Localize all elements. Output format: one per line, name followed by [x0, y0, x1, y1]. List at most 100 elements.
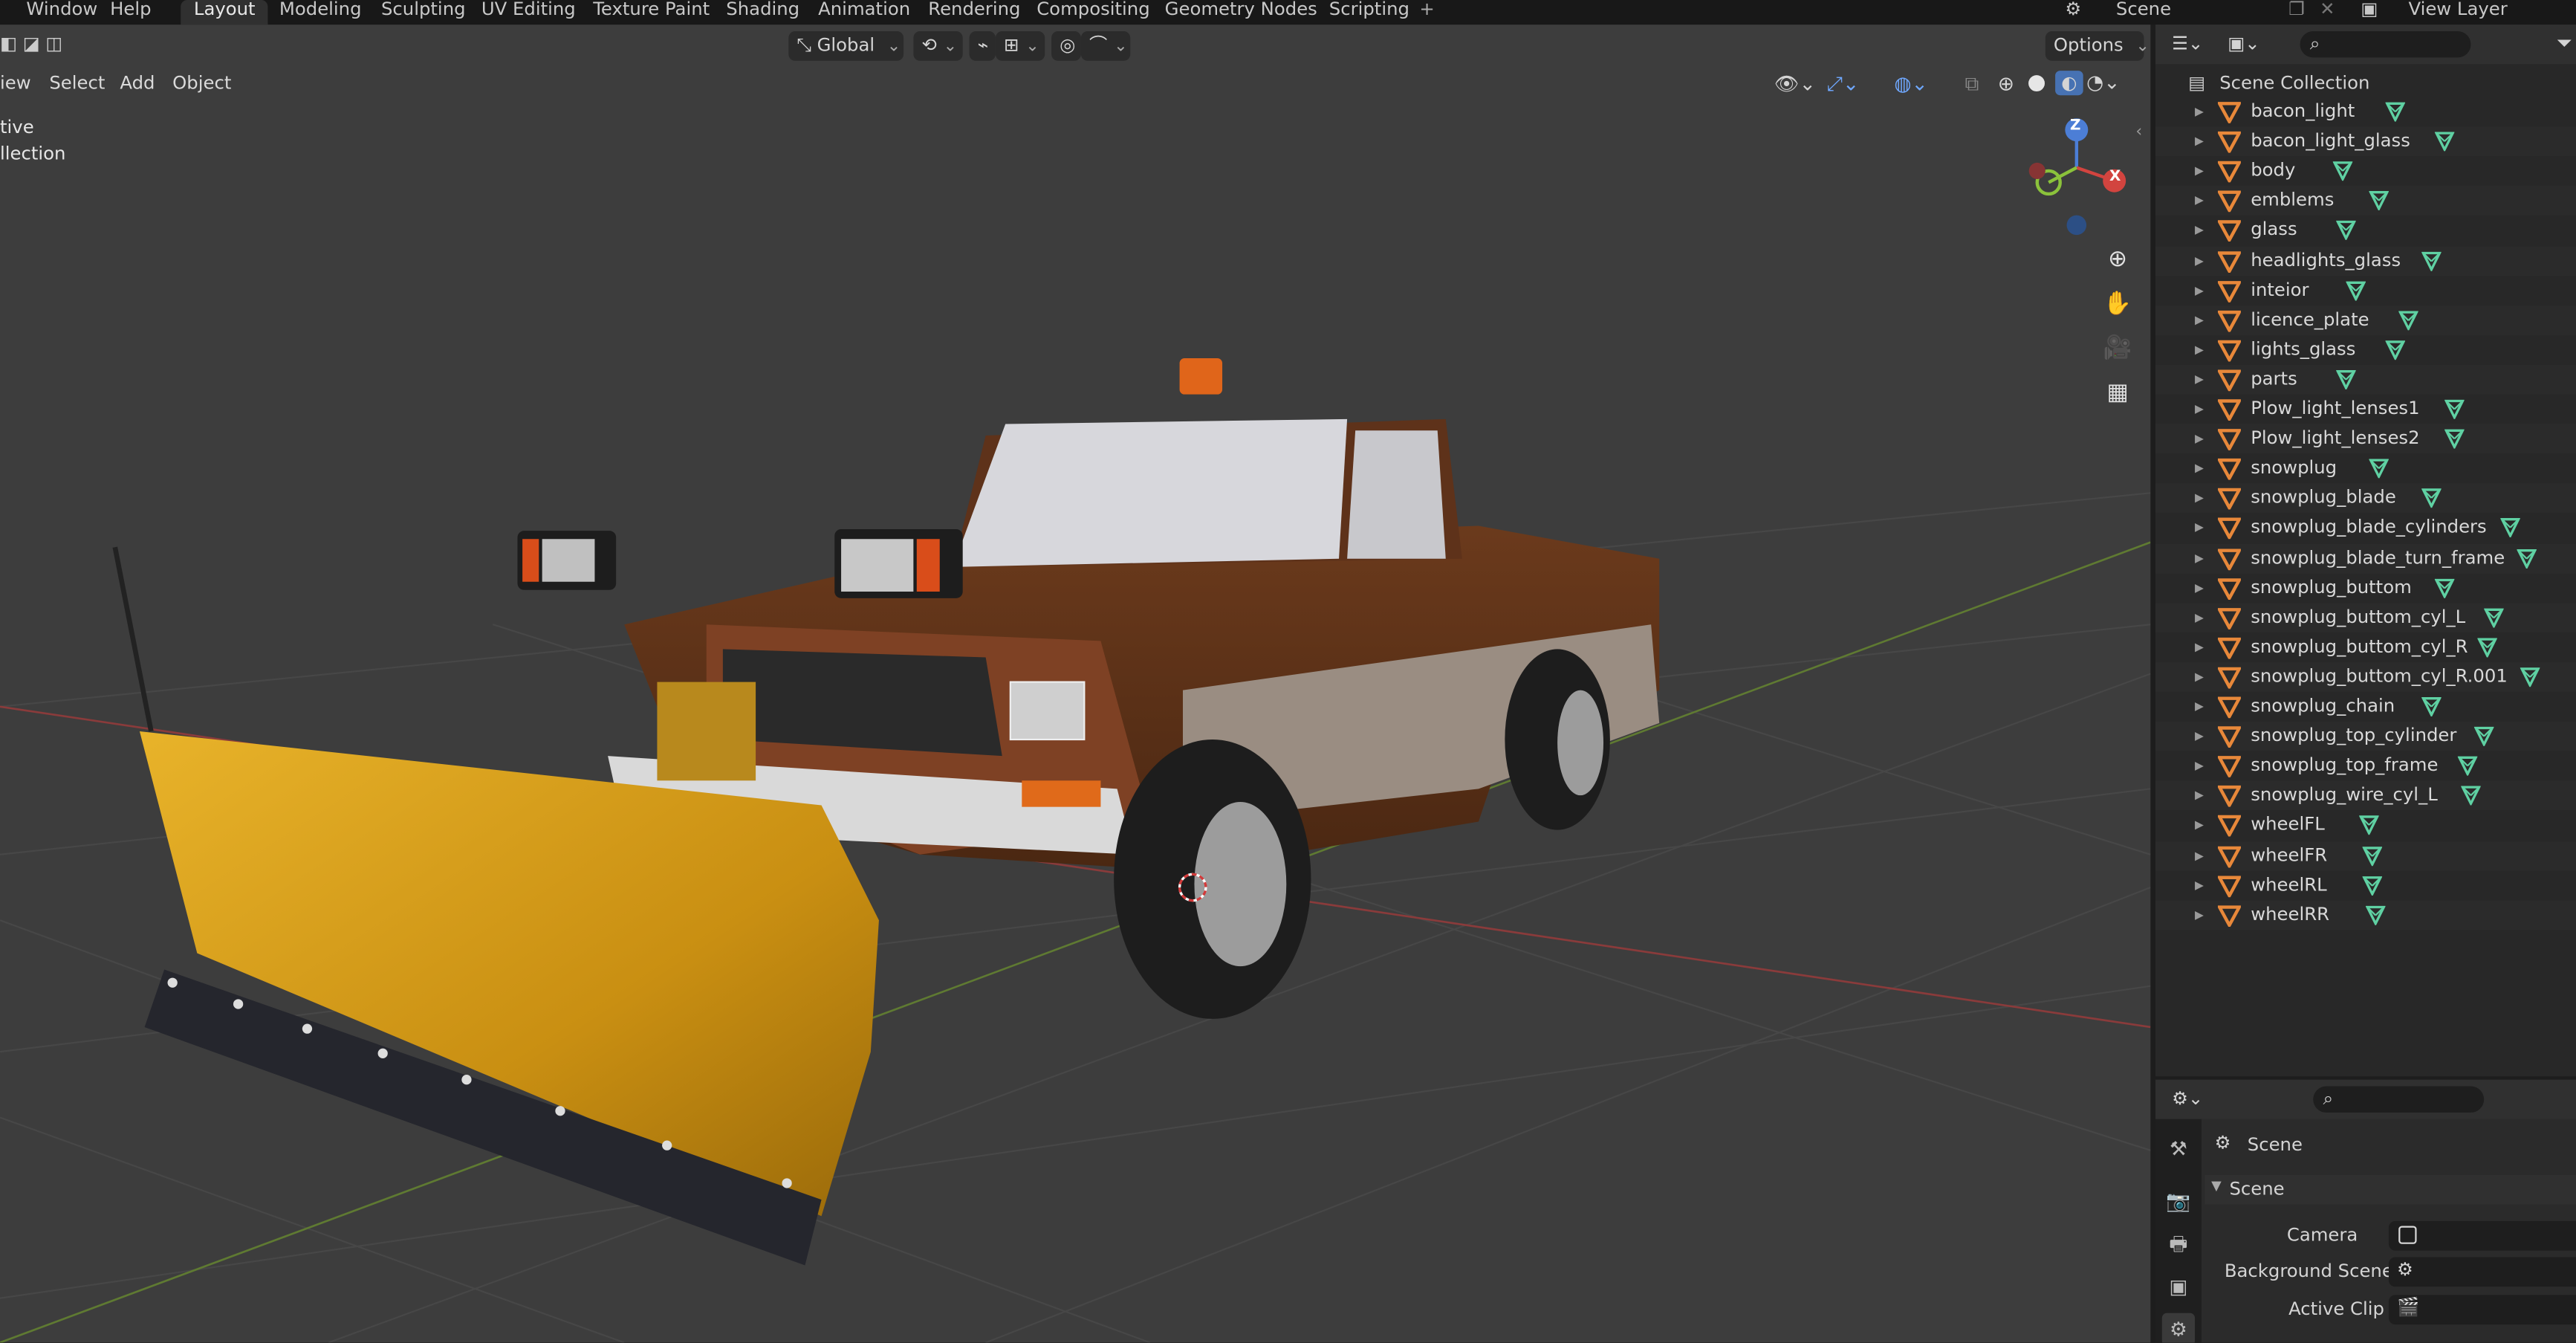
expand-arrow-icon[interactable]: ▶	[2195, 335, 2204, 365]
workspace-tab-sculpting[interactable]: Sculpting	[368, 0, 478, 25]
mesh-data-icon[interactable]	[2359, 816, 2379, 836]
menu-window[interactable]: Window	[26, 0, 97, 20]
outliner-item[interactable]: ▶ snowplug_buttom_cyl_L	[2155, 602, 2576, 632]
new-scene-icon[interactable]: ❐	[2288, 0, 2305, 20]
expand-arrow-icon[interactable]: ▶	[2195, 573, 2204, 603]
outliner-item[interactable]: ▶ snowplug_blade_turn_frame	[2155, 543, 2576, 573]
expand-arrow-icon[interactable]: ▶	[2195, 484, 2204, 514]
outliner-item[interactable]: ▶ inteior	[2155, 276, 2576, 305]
mesh-data-icon[interactable]	[2421, 488, 2442, 508]
camera-view-icon[interactable]: 🎥	[2100, 330, 2136, 366]
workspace-tab-modeling[interactable]: Modeling	[266, 0, 374, 25]
outliner-item[interactable]: ▶ headlights_glass	[2155, 245, 2576, 276]
outliner-item[interactable]: ▶ Plow_light_lenses2	[2155, 424, 2576, 454]
outliner-item[interactable]: ▶ wheelRL	[2155, 870, 2576, 900]
mesh-data-icon[interactable]	[2336, 369, 2356, 389]
mesh-data-icon[interactable]	[2473, 727, 2494, 747]
mesh-data-icon[interactable]	[2500, 518, 2520, 538]
transform-orientation-dropdown[interactable]: ⤡ Global	[788, 31, 904, 61]
outliner-item[interactable]: ▶ licence_plate	[2155, 305, 2576, 335]
mesh-data-icon[interactable]	[2385, 340, 2406, 360]
outliner-item[interactable]: ▶ glass	[2155, 216, 2576, 246]
mesh-data-icon[interactable]	[2444, 429, 2465, 449]
menu-add[interactable]: Add	[114, 71, 162, 97]
expand-arrow-icon[interactable]: ▶	[2195, 514, 2204, 543]
mesh-data-icon[interactable]	[2421, 697, 2442, 717]
menu-select[interactable]: Select	[42, 71, 111, 97]
outliner-item[interactable]: ▶ emblems	[2155, 186, 2576, 216]
add-workspace-button[interactable]: +	[1419, 0, 1434, 20]
outliner-item[interactable]: ▶ body	[2155, 156, 2576, 186]
outliner-item[interactable]: ▶ snowplug_blade	[2155, 483, 2576, 514]
expand-arrow-icon[interactable]: ▶	[2195, 662, 2204, 692]
expand-arrow-icon[interactable]: ▶	[2195, 454, 2204, 484]
mesh-data-icon[interactable]	[2332, 161, 2353, 181]
mesh-data-icon[interactable]	[2457, 757, 2478, 777]
workspace-tab-compositing[interactable]: Compositing	[1024, 0, 1164, 25]
snap-toggle-icon[interactable]: ⌁	[969, 31, 996, 61]
expand-arrow-icon[interactable]: ▶	[2195, 395, 2204, 424]
expand-arrow-icon[interactable]: ▶	[2195, 811, 2204, 841]
outliner-item[interactable]: ▶ wheelRR	[2155, 899, 2576, 930]
pivot-point-dropdown[interactable]: ⟲	[913, 31, 963, 61]
proportional-edit-icon[interactable]: ◎	[1051, 31, 1081, 61]
outliner-item[interactable]: ▶ snowplug_buttom_cyl_R.001	[2155, 661, 2576, 692]
mesh-data-icon[interactable]	[2385, 102, 2406, 122]
expand-arrow-icon[interactable]: ▶	[2195, 126, 2204, 156]
tool-tab-icon[interactable]: ⚒	[2162, 1132, 2195, 1165]
gizmo-toggle-icon[interactable]: ⤢⌄	[1827, 72, 1859, 97]
output-tab-icon[interactable]: 🖶	[2162, 1228, 2195, 1261]
expand-arrow-icon[interactable]: ▶	[2195, 276, 2204, 305]
background-scene-field[interactable]: ⚙	[2388, 1257, 2576, 1287]
mesh-data-icon[interactable]	[2444, 399, 2465, 419]
scene-tab-icon[interactable]: ⚙	[2161, 1313, 2196, 1343]
expand-arrow-icon[interactable]: ▶	[2195, 216, 2204, 246]
expand-arrow-icon[interactable]: ▶	[2195, 543, 2204, 573]
outliner-item[interactable]: ▶ snowplug_wire_cyl_L	[2155, 780, 2576, 811]
mesh-data-icon[interactable]	[2336, 221, 2356, 241]
expand-arrow-icon[interactable]: ▶	[2195, 246, 2204, 276]
mesh-data-icon[interactable]	[2365, 905, 2386, 925]
outliner-item[interactable]: ▶ snowplug	[2155, 454, 2576, 484]
active-clip-field[interactable]: 🎬	[2388, 1295, 2576, 1325]
filter-funnel-icon[interactable]: ⏷	[2556, 31, 2572, 56]
mesh-data-icon[interactable]	[2369, 459, 2389, 479]
expand-arrow-icon[interactable]: ▶	[2195, 156, 2204, 186]
wireframe-shading-icon[interactable]: ⊕	[1998, 72, 2014, 95]
outliner-search-input[interactable]: ⌕	[2300, 31, 2471, 58]
outliner-item[interactable]: ▶ snowplug_top_cylinder	[2155, 721, 2576, 751]
view-layer-selector[interactable]: View Layer	[2408, 0, 2507, 20]
mesh-data-icon[interactable]	[2434, 132, 2455, 152]
expand-arrow-icon[interactable]: ▶	[2195, 751, 2204, 781]
editor-type-dropdown[interactable]: ⚙⌄	[2172, 1088, 2203, 1110]
mesh-data-icon[interactable]	[2517, 548, 2537, 568]
mesh-data-icon[interactable]	[2484, 607, 2504, 627]
mesh-data-icon[interactable]	[2477, 637, 2497, 657]
outliner-item[interactable]: ▶ snowplug_chain	[2155, 692, 2576, 722]
render-tab-icon[interactable]: 📷	[2162, 1185, 2195, 1217]
workspace-tab-geometry-nodes[interactable]: Geometry Nodes	[1152, 0, 1331, 25]
expand-arrow-icon[interactable]: ▶	[2195, 722, 2204, 751]
visibility-eye-icon[interactable]: 👁⌄	[1774, 72, 1816, 95]
workspace-tab-texture-paint[interactable]: Texture Paint	[580, 0, 723, 25]
filter-view-dropdown[interactable]: ▣⌄	[2228, 33, 2259, 54]
mesh-data-icon[interactable]	[2421, 250, 2442, 271]
outliner-item[interactable]: ▶ Plow_light_lenses1	[2155, 395, 2576, 424]
outliner-item[interactable]: ▶ snowplug_top_frame	[2155, 751, 2576, 781]
view-layer-tab-icon[interactable]: ▣	[2162, 1270, 2195, 1303]
properties-search-input[interactable]: ⌕	[2313, 1086, 2485, 1113]
editor-mode-icons[interactable]: ◧ ◪ ◫	[0, 33, 62, 54]
outliner-item[interactable]: ▶ wheelFL	[2155, 811, 2576, 841]
expand-arrow-icon[interactable]: ▶	[2195, 424, 2204, 454]
workspace-tab-animation[interactable]: Animation	[805, 0, 923, 25]
scene-collection-row[interactable]: ▤ Scene Collection	[2155, 69, 2576, 99]
solid-shading-icon[interactable]: ●	[2027, 71, 2045, 95]
outliner-item[interactable]: ▶ snowplug_blade_cylinders	[2155, 514, 2576, 543]
mesh-data-icon[interactable]	[2369, 191, 2389, 211]
expand-arrow-icon[interactable]: ▶	[2195, 632, 2204, 662]
camera-field[interactable]	[2388, 1220, 2576, 1251]
sidebar-toggle-icon[interactable]: ‹	[2135, 123, 2142, 141]
mesh-data-icon[interactable]	[2461, 786, 2481, 806]
expand-arrow-icon[interactable]: ▶	[2195, 603, 2204, 632]
expand-arrow-icon[interactable]: ▶	[2195, 900, 2204, 930]
